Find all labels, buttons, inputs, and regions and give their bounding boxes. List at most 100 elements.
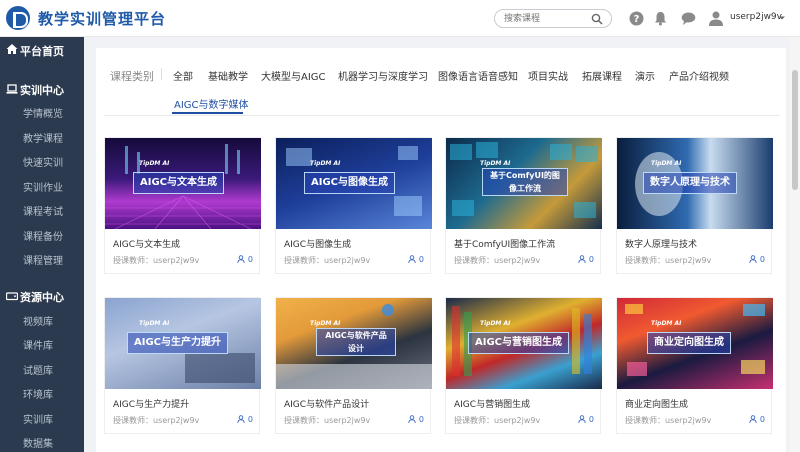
sidebar-item-home[interactable]: 平台首页 (0, 37, 84, 63)
search-box[interactable] (494, 9, 612, 28)
thumbnail-tag: TipDM AI (139, 160, 170, 167)
thumbnail-tag: TipDM AI (310, 320, 341, 327)
laptop-icon (6, 84, 18, 94)
thumbnail-title: AIGC与生产力提升 (127, 332, 229, 354)
sidebar-item-dataset[interactable]: 数据集 (23, 435, 53, 450)
category-tab-ml-dl[interactable]: 机器学习与深度学习 (338, 68, 428, 83)
course-title[interactable]: AIGC与图像生成 (284, 237, 351, 250)
user-icon (749, 255, 758, 264)
sidebar-item-quick-training[interactable]: 快速实训 (23, 154, 63, 169)
course-teacher: 授课教师：userp2jw9v (113, 416, 200, 425)
course-card[interactable]: TipDM AI 数字人原理与技术 数字人原理与技术 授课教师：userp2jw… (616, 137, 773, 274)
course-card[interactable]: TipDM AI AIGC与软件产品设计 AIGC与软件产品设计 授课教师：us… (275, 297, 432, 434)
course-thumbnail[interactable]: TipDM AI AIGC与图像生成 (276, 138, 432, 229)
thumbnail-title: 数字人原理与技术 (643, 172, 737, 194)
user-avatar-icon[interactable] (708, 10, 724, 26)
chevron-down-icon[interactable] (778, 14, 786, 22)
sidebar-item-question-bank[interactable]: 试题库 (23, 362, 53, 377)
course-thumbnail[interactable]: TipDM AI AIGC与营销图生成 (446, 298, 602, 389)
course-thumbnail[interactable]: TipDM AI AIGC与生产力提升 (105, 298, 261, 389)
student-count-value: 0 (588, 255, 594, 264)
course-title[interactable]: AIGC与软件产品设计 (284, 397, 369, 410)
thumbnail-tag: TipDM AI (480, 160, 511, 167)
sidebar-item-environment[interactable]: 环境库 (23, 386, 53, 401)
top-header: 教学实训管理平台 ? userp2jw9v (0, 0, 800, 37)
course-thumbnail[interactable]: TipDM AI 基于ComfyUI的图像工作流 (446, 138, 602, 229)
user-icon (578, 415, 587, 424)
sidebar-item-lab-library[interactable]: 实训库 (23, 411, 53, 426)
student-count-value: 0 (418, 255, 424, 264)
category-tab-all[interactable]: 全部 (173, 68, 193, 83)
sidebar-item-course-manage[interactable]: 课程管理 (23, 252, 63, 267)
sidebar-item-video-library[interactable]: 视频库 (23, 313, 53, 328)
thumbnail-title: 基于ComfyUI的图像工作流 (482, 168, 568, 196)
scrollbar-thumb[interactable] (792, 70, 798, 190)
course-card[interactable]: TipDM AI AIGC与生产力提升 AIGC与生产力提升 授课教师：user… (104, 297, 261, 434)
student-count-value: 0 (247, 415, 253, 424)
course-teacher: 授课教师：userp2jw9v (284, 416, 371, 425)
student-count: 0 (237, 255, 253, 264)
thumbnail-tag: TipDM AI (310, 160, 341, 167)
divider (161, 68, 162, 80)
course-title[interactable]: AIGC与文本生成 (113, 237, 180, 250)
course-title[interactable]: AIGC与生产力提升 (113, 397, 189, 410)
category-tab-extension[interactable]: 拓展课程 (582, 68, 622, 83)
sidebar-item-courses[interactable]: 教学课程 (23, 130, 63, 145)
category-tab-projects[interactable]: 项目实战 (528, 68, 568, 83)
sidebar-item-backup[interactable]: 课程备份 (23, 228, 63, 243)
category-tab-demo[interactable]: 演示 (635, 68, 655, 83)
search-icon[interactable] (591, 13, 603, 25)
thumbnail-tag: TipDM AI (651, 320, 682, 327)
course-card[interactable]: TipDM AI 基于ComfyUI的图像工作流 基于ComfyUI图像工作流 … (445, 137, 602, 274)
category-tab-aigc-media[interactable]: AIGC与数字媒体 (174, 96, 249, 111)
category-tab-llm-aigc[interactable]: 大模型与AIGC (261, 68, 326, 83)
course-thumbnail[interactable]: TipDM AI AIGC与软件产品设计 (276, 298, 432, 389)
user-icon (408, 415, 417, 424)
platform-title[interactable]: 教学实训管理平台 (38, 8, 166, 29)
course-title[interactable]: AIGC与营销图生成 (454, 397, 530, 410)
thumbnail-title: AIGC与营销图生成 (468, 332, 570, 354)
svg-text:?: ? (634, 14, 640, 25)
category-tab-basic[interactable]: 基础教学 (208, 68, 248, 83)
sidebar-section-resources[interactable]: 资源中心 (0, 285, 84, 307)
sidebar-home-label: 平台首页 (20, 45, 64, 58)
thumbnail-title: AIGC与图像生成 (304, 172, 396, 194)
course-teacher: 授课教师：userp2jw9v (113, 256, 200, 265)
category-tab-perception[interactable]: 图像语言语音感知 (438, 68, 518, 83)
course-title[interactable]: 商业定向图生成 (625, 397, 688, 410)
sidebar-item-courseware[interactable]: 课件库 (23, 337, 53, 352)
student-count-value: 0 (247, 255, 253, 264)
student-count-value: 0 (418, 415, 424, 424)
student-count: 0 (578, 415, 594, 424)
help-icon[interactable]: ? (629, 11, 644, 26)
course-thumbnail[interactable]: TipDM AI 数字人原理与技术 (617, 138, 773, 229)
sidebar-item-exam[interactable]: 课程考试 (23, 203, 63, 218)
course-card[interactable]: TipDM AI AIGC与营销图生成 AIGC与营销图生成 授课教师：user… (445, 297, 602, 434)
active-tab-indicator (172, 112, 243, 114)
category-label: 课程类别 (110, 70, 154, 83)
course-card[interactable]: TipDM AI AIGC与文本生成 AIGC与文本生成 授课教师：userp2… (104, 137, 261, 274)
student-count: 0 (578, 255, 594, 264)
student-count-value: 0 (588, 415, 594, 424)
course-thumbnail[interactable]: TipDM AI 商业定向图生成 (617, 298, 773, 389)
chat-icon[interactable] (681, 11, 696, 26)
sidebar-item-homework[interactable]: 实训作业 (23, 179, 63, 194)
category-tab-product-video[interactable]: 产品介绍视频 (669, 68, 729, 83)
course-title[interactable]: 数字人原理与技术 (625, 237, 697, 250)
course-title[interactable]: 基于ComfyUI图像工作流 (454, 237, 555, 250)
course-teacher: 授课教师：userp2jw9v (454, 416, 541, 425)
username[interactable]: userp2jw9v (730, 12, 782, 22)
thumbnail-title: AIGC与软件产品设计 (316, 328, 396, 356)
course-card[interactable]: TipDM AI 商业定向图生成 商业定向图生成 授课教师：userp2jw9v… (616, 297, 773, 434)
platform-logo[interactable] (6, 6, 30, 30)
user-icon (237, 415, 246, 424)
bell-icon[interactable] (653, 11, 668, 26)
home-icon (6, 44, 18, 54)
sidebar-item-overview[interactable]: 学情概览 (23, 105, 63, 120)
course-teacher: 授课教师：userp2jw9v (625, 256, 712, 265)
student-count: 0 (408, 415, 424, 424)
course-card[interactable]: TipDM AI AIGC与图像生成 AIGC与图像生成 授课教师：userp2… (275, 137, 432, 274)
sidebar-section-training[interactable]: 实训中心 (0, 78, 84, 100)
search-input[interactable] (504, 12, 588, 26)
course-thumbnail[interactable]: TipDM AI AIGC与文本生成 (105, 138, 261, 229)
